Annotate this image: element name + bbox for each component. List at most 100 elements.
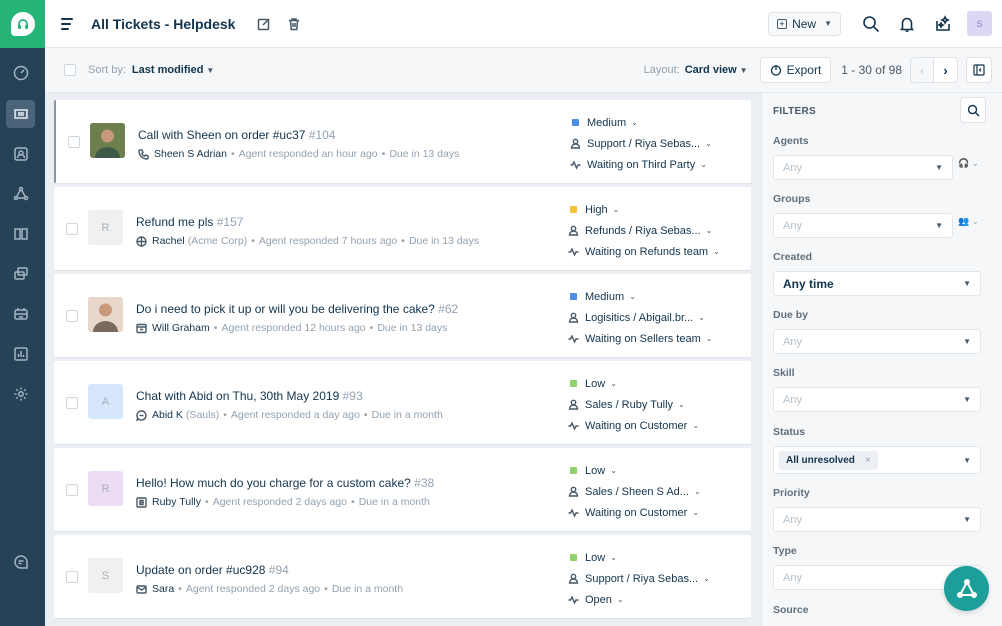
edit-view-icon[interactable]: [257, 17, 271, 31]
ticket-checkbox[interactable]: [66, 397, 78, 409]
priority-value: Low: [585, 551, 606, 564]
requester-name[interactable]: Rachel: [152, 235, 185, 247]
ticket-card[interactable]: R Hello! How much do you charge for a cu…: [54, 448, 751, 531]
group-type-dropdown[interactable]: 👥 ⌄: [958, 216, 979, 227]
filter-label: Agents: [773, 135, 809, 147]
status-dropdown[interactable]: Waiting on Refunds team ⌄: [568, 241, 720, 262]
ticket-checkbox[interactable]: [66, 223, 78, 235]
status-dropdown[interactable]: Waiting on Sellers team ⌄: [568, 328, 712, 349]
priority-dropdown[interactable]: High ⌄: [568, 199, 720, 220]
requester-name[interactable]: Will Graham: [152, 322, 210, 334]
ticket-card[interactable]: R Refund me pls #157 Rachel (Acme Corp) …: [54, 187, 751, 270]
delete-view-icon[interactable]: [287, 17, 301, 31]
ticket-card[interactable]: A Chat with Abid on Thu, 30th May 2019 #…: [54, 361, 751, 444]
filter-search-button[interactable]: [960, 97, 986, 123]
export-button[interactable]: Export: [759, 57, 832, 83]
ticket-checkbox[interactable]: [66, 310, 78, 322]
nav-dashboard[interactable]: [6, 59, 35, 87]
user-avatar[interactable]: S: [967, 11, 992, 36]
due-by-select[interactable]: Any ▼: [773, 329, 981, 354]
priority-dropdown[interactable]: Low ⌄: [568, 373, 699, 394]
hamburger-menu-icon[interactable]: [61, 17, 73, 30]
separator-dot: •: [363, 409, 368, 421]
nav-reports[interactable]: [6, 340, 35, 368]
priority-dropdown[interactable]: Low ⌄: [568, 460, 701, 481]
requester-name[interactable]: Sara: [152, 583, 174, 595]
ticket-subject-text[interactable]: Hello! How much do you charge for a cust…: [136, 476, 411, 490]
new-button[interactable]: + New ▼: [768, 11, 841, 36]
skill-select[interactable]: Any ▼: [773, 387, 981, 412]
requester-name[interactable]: Ruby Tully: [152, 496, 201, 508]
requester-avatar: R: [88, 471, 123, 506]
ticket-subject-text[interactable]: Call with Sheen on order #uc37: [138, 128, 305, 142]
ticket-subject[interactable]: Do i need to pick it up or will you be d…: [136, 302, 458, 316]
helpdesk-logo[interactable]: [0, 0, 45, 48]
next-page-button[interactable]: ›: [934, 57, 958, 83]
assignee-dropdown[interactable]: Logisitics / Abigail.br... ⌄: [568, 307, 712, 328]
priority-select[interactable]: Any ▼: [773, 507, 981, 532]
response-status: Agent responded 2 days ago: [212, 496, 347, 508]
chevron-down-icon: ⌄: [713, 247, 720, 256]
ticket-subject-text[interactable]: Update on order #uc928: [136, 563, 265, 577]
assignee-dropdown[interactable]: Support / Riya Sebas... ⌄: [570, 133, 712, 154]
ticket-card[interactable]: S Update on order #uc928 #94 Sara • Agen…: [54, 535, 751, 618]
sort-dropdown[interactable]: Last modified: [132, 64, 204, 76]
search-icon[interactable]: [861, 14, 881, 34]
status-dropdown[interactable]: Open ⌄: [568, 589, 710, 610]
status-dropdown[interactable]: Waiting on Customer ⌄: [568, 415, 699, 436]
nav-admin[interactable]: [6, 380, 35, 408]
ticket-number: #62: [438, 302, 459, 316]
created-select[interactable]: Any time ▼: [773, 271, 981, 296]
nav-social[interactable]: [6, 180, 35, 208]
ai-sparkle-icon[interactable]: [933, 14, 953, 34]
status-dropdown[interactable]: Waiting on Third Party ⌄: [570, 154, 712, 175]
layout-dropdown[interactable]: Card view: [685, 64, 737, 76]
toggle-filter-panel-button[interactable]: [966, 57, 992, 83]
ticket-subject[interactable]: Chat with Abid on Thu, 30th May 2019 #93: [136, 389, 443, 403]
ticket-checkbox[interactable]: [66, 571, 78, 583]
ticket-card[interactable]: Do i need to pick it up or will you be d…: [54, 274, 751, 357]
remove-chip-icon[interactable]: ×: [865, 455, 871, 466]
notification-bell-icon[interactable]: [897, 14, 917, 34]
priority-dropdown[interactable]: Medium ⌄: [570, 112, 712, 133]
ticket-checkbox[interactable]: [66, 484, 78, 496]
ticket-subject-text[interactable]: Do i need to pick it up or will you be d…: [136, 302, 435, 316]
assignee-dropdown[interactable]: Refunds / Riya Sebas... ⌄: [568, 220, 720, 241]
ticket-subject[interactable]: Refund me pls #157: [136, 215, 479, 229]
agents-select[interactable]: Any ▼: [773, 155, 953, 180]
ticket-subject-text[interactable]: Refund me pls: [136, 215, 213, 229]
nav-contacts[interactable]: [6, 140, 35, 168]
agent-type-dropdown[interactable]: 🎧 ⌄: [958, 158, 979, 169]
nav-tickets[interactable]: [6, 100, 35, 128]
priority-value: Medium: [587, 116, 627, 129]
activity-icon: [568, 594, 579, 605]
ticket-subject-text[interactable]: Chat with Abid on Thu, 30th May 2019: [136, 389, 339, 403]
nav-forums[interactable]: [6, 260, 35, 288]
filter-label: Due by: [773, 309, 809, 321]
prev-page-button[interactable]: ‹: [910, 57, 934, 83]
nav-freshchat[interactable]: [6, 548, 35, 576]
assignee-dropdown[interactable]: Sales / Sheen S Ad... ⌄: [568, 481, 701, 502]
groups-select[interactable]: Any ▼: [773, 213, 953, 238]
ticket-subject[interactable]: Call with Sheen on order #uc37 #104: [138, 128, 459, 142]
ticket-subject[interactable]: Update on order #uc928 #94: [136, 563, 403, 577]
requester-avatar: A: [88, 384, 123, 419]
requester-name[interactable]: Abid K: [152, 409, 183, 421]
ticket-checkbox[interactable]: [68, 136, 80, 148]
network-triangle-icon: [956, 578, 977, 598]
ticket-card[interactable]: Call with Sheen on order #uc37 #104 Shee…: [54, 100, 751, 183]
ticket-subject[interactable]: Hello! How much do you charge for a cust…: [136, 476, 434, 490]
select-all-checkbox[interactable]: [64, 64, 76, 76]
assignee-dropdown[interactable]: Support / Riya Sebas... ⌄: [568, 568, 710, 589]
nav-bots[interactable]: [6, 300, 35, 328]
app-launcher-fab[interactable]: [944, 566, 989, 611]
assignee-dropdown[interactable]: Sales / Ruby Tully ⌄: [568, 394, 699, 415]
priority-dropdown[interactable]: Low ⌄: [568, 547, 710, 568]
priority-dropdown[interactable]: Medium ⌄: [568, 286, 712, 307]
status-dropdown[interactable]: Waiting on Customer ⌄: [568, 502, 701, 523]
requester-name[interactable]: Sheen S Adrian: [154, 148, 227, 160]
chevron-down-icon: ⌄: [610, 466, 617, 475]
nav-solutions[interactable]: [6, 220, 35, 248]
separator-dot: •: [251, 235, 255, 247]
status-select[interactable]: All unresolved × ▼: [773, 446, 981, 474]
